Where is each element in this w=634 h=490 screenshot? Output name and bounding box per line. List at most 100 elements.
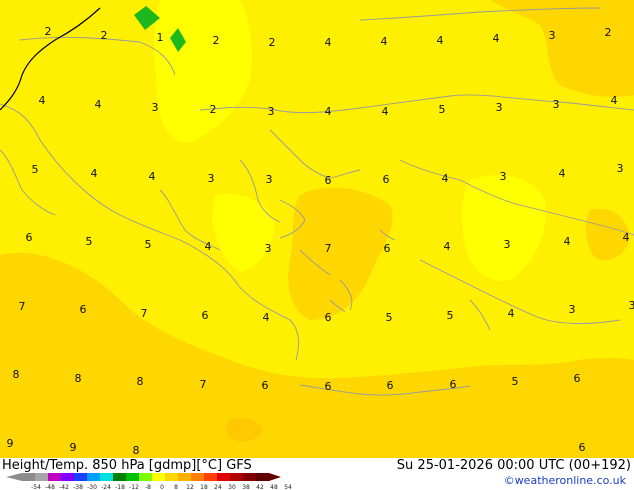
scale-swatch	[87, 473, 100, 481]
scale-tick-label: 0	[160, 484, 164, 490]
scale-tick-label: 30	[228, 484, 236, 490]
temperature-label: 4	[95, 98, 102, 111]
scale-tick-label: -24	[101, 484, 111, 490]
scale-swatch	[22, 473, 35, 481]
scale-swatch	[61, 473, 74, 481]
temperature-label: 4	[39, 94, 46, 107]
temperature-label: 3	[553, 98, 560, 111]
temperature-label: 5	[86, 235, 93, 248]
temperature-label: 6	[26, 231, 33, 244]
temperature-label: 2	[45, 25, 52, 38]
temperature-label: 6	[574, 372, 581, 385]
temperature-label: 8	[137, 375, 144, 388]
temperature-label: 4	[442, 172, 449, 185]
temperature-label: 6	[383, 173, 390, 186]
scale-tick-label: -12	[129, 484, 139, 490]
temperature-label: 6	[202, 309, 209, 322]
temperature-label: 3	[496, 101, 503, 114]
scale-tick-label: 8	[174, 484, 178, 490]
scale-tick-label: -38	[73, 484, 83, 490]
scale-arrow-left	[6, 473, 22, 481]
temperature-label: 4	[263, 311, 270, 324]
temperature-label: 3	[617, 162, 624, 175]
temperature-label: 6	[384, 242, 391, 255]
scale-swatch	[74, 473, 87, 481]
temperature-label: 8	[75, 372, 82, 385]
temperature-label: 4	[508, 307, 515, 320]
temperature-label: 8	[133, 444, 140, 457]
temperature-label: 4	[382, 105, 389, 118]
scale-tick-label: 38	[242, 484, 250, 490]
temperature-label: 3	[549, 29, 556, 42]
temperature-label: 6	[387, 379, 394, 392]
valid-time: Su 25-01-2026 00:00 UTC (00+192)	[396, 458, 631, 473]
scale-tick-label: -42	[59, 484, 69, 490]
temperature-label: 3	[268, 105, 275, 118]
temperature-label: 4	[623, 231, 630, 244]
temperature-label: 6	[450, 378, 457, 391]
temperature-label: 3	[266, 173, 273, 186]
temperature-label: 3	[500, 170, 507, 183]
temperature-label: 5	[145, 238, 152, 251]
temperature-label: 4	[437, 34, 444, 47]
temperature-label: 7	[325, 242, 332, 255]
scale-swatch	[126, 473, 139, 481]
temperature-label: 4	[205, 240, 212, 253]
scale-swatch	[243, 473, 256, 481]
scale-swatch	[48, 473, 61, 481]
temperature-label: 2	[269, 36, 276, 49]
scale-tick-label: -8	[145, 484, 151, 490]
temperature-label: 5	[439, 103, 446, 116]
scale-tick-label: -54	[31, 484, 41, 490]
temperature-label: 6	[579, 441, 586, 454]
temperature-label: 3	[208, 172, 215, 185]
scale-tick-label: 48	[270, 484, 278, 490]
scale-tick-label: 54	[284, 484, 292, 490]
color-scale: -54 -48 -42 -38 -30 -24 -18 -12 -8 0 8 12 18 24 30 38 42…	[6, 473, 292, 490]
scale-tick-label: 24	[214, 484, 222, 490]
temperature-label: 4	[325, 105, 332, 118]
scale-swatch	[165, 473, 178, 481]
temperature-label: 6	[325, 311, 332, 324]
temperature-label: 2	[213, 34, 220, 47]
temperature-label: 7	[19, 300, 26, 313]
temperature-label: 2	[101, 29, 108, 42]
scale-tick-label: 12	[186, 484, 194, 490]
scale-swatch	[230, 473, 243, 481]
temperature-label: 1	[157, 31, 164, 44]
scale-swatch	[217, 473, 230, 481]
scale-swatch	[204, 473, 217, 481]
temperature-label: 3	[152, 101, 159, 114]
scale-swatch	[191, 473, 204, 481]
temperature-label: 4	[559, 167, 566, 180]
scale-swatch	[256, 473, 269, 481]
temperature-label: 4	[149, 170, 156, 183]
temperature-label: 6	[262, 379, 269, 392]
temperature-label: 9	[70, 441, 77, 454]
temperature-label: 7	[200, 378, 207, 391]
temperature-label: 3	[629, 299, 634, 312]
temperature-label: 4	[381, 35, 388, 48]
temperature-label: 6	[325, 380, 332, 393]
scale-swatch	[152, 473, 165, 481]
temperature-label: 5	[32, 163, 39, 176]
scale-tick-label: 42	[256, 484, 264, 490]
scale-swatch	[113, 473, 126, 481]
temperature-label: 5	[447, 309, 454, 322]
temperature-label: 6	[325, 174, 332, 187]
temperature-label: 4	[325, 36, 332, 49]
temperature-map: 2 2 1 2 2 4 4 4 4 3 2 4 4 3 2 3 4 4 5 3 3 4 5 4 4 3 3 6 6 4 3 4 3 6 5 5 4 3 7 6…	[0, 0, 634, 458]
temperature-label: 9	[7, 437, 14, 450]
scale-swatch	[139, 473, 152, 481]
scale-swatch	[100, 473, 113, 481]
scale-tick-label: -48	[45, 484, 55, 490]
temperature-label: 3	[569, 303, 576, 316]
temperature-label: 3	[265, 242, 272, 255]
scale-arrow-right	[269, 473, 281, 481]
temperature-label: 2	[605, 26, 612, 39]
temperature-label: 2	[210, 103, 217, 116]
temperature-label: 3	[504, 238, 511, 251]
temperature-label: 4	[493, 32, 500, 45]
credit-link[interactable]: ©weatheronline.co.uk	[504, 474, 626, 487]
scale-swatch	[35, 473, 48, 481]
